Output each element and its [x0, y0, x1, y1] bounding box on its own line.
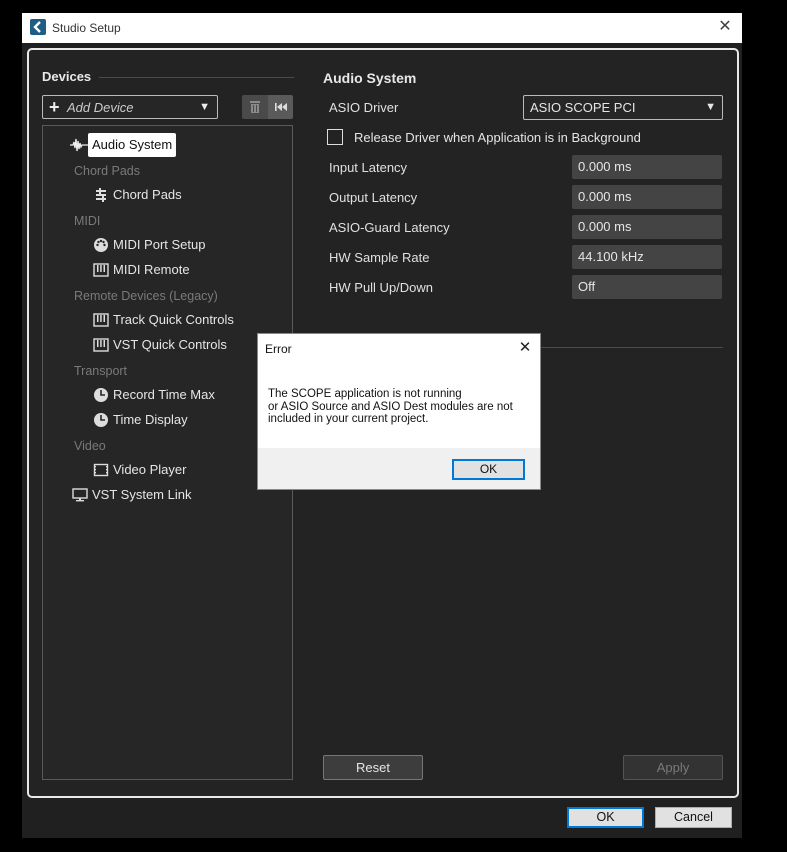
device-tree: Audio System Chord Pads Chord Pads MIDI [42, 125, 293, 780]
sliders-icon [96, 188, 106, 202]
tree-label: VST Quick Controls [113, 337, 227, 352]
tree-label: MIDI Remote [113, 262, 190, 277]
hw-sample-rate-label: HW Sample Rate [329, 250, 430, 265]
dropdown-arrow-icon: ▼ [199, 101, 210, 113]
error-dialog-title: Error [265, 342, 292, 356]
hw-pull-value: Off [572, 275, 722, 299]
clock-icon [94, 413, 108, 427]
tree-label: VST System Link [92, 487, 192, 502]
plus-icon: + [49, 97, 60, 117]
tree-category-chord-pads: Chord Pads [74, 164, 141, 178]
cancel-button[interactable]: Cancel [655, 807, 732, 828]
tree-label: Audio System [88, 133, 177, 157]
cubase-app-icon [30, 19, 46, 35]
apply-button[interactable]: Apply [623, 755, 723, 780]
ok-button[interactable]: OK [567, 807, 644, 828]
reset-device-button[interactable] [268, 95, 293, 119]
tree-category-transport: Transport [74, 364, 128, 378]
film-icon [93, 463, 109, 477]
hw-sample-rate-value: 44.100 kHz [572, 245, 722, 269]
keyboard-icon [93, 338, 109, 352]
trash-icon [250, 101, 260, 113]
tree-label: Time Display [113, 412, 188, 427]
hw-pull-label: HW Pull Up/Down [329, 280, 434, 295]
tree-label: MIDI Port Setup [113, 237, 206, 252]
add-device-dropdown[interactable]: + Add Device ▼ [42, 95, 218, 119]
error-message: The SCOPE application is not running or … [268, 388, 533, 426]
tree-label: Chord Pads [113, 187, 182, 202]
error-message-line: included in your current project. [268, 413, 429, 425]
keyboard-icon [93, 263, 109, 277]
asio-driver-label: ASIO Driver [329, 100, 399, 115]
input-latency-value: 0.000 ms [572, 155, 722, 179]
monitor-icon [72, 488, 88, 502]
window-close-icon[interactable]: ✕ [716, 18, 734, 36]
midi-port-icon [94, 238, 108, 252]
error-dialog: Error ✕ The SCOPE application is not run… [257, 333, 541, 490]
error-message-line: The SCOPE application is not running [268, 388, 462, 400]
error-message-line: or ASIO Source and ASIO Dest modules are… [268, 400, 513, 413]
tree-label: Video Player [113, 462, 187, 477]
tree-label: Record Time Max [113, 387, 215, 402]
remove-device-button[interactable] [242, 95, 268, 119]
audio-system-heading: Audio System [323, 70, 417, 86]
add-device-label: Add Device [67, 100, 134, 115]
reset-button[interactable]: Reset [323, 755, 423, 780]
asio-driver-select[interactable]: ASIO SCOPE PCI ▼ [523, 95, 723, 120]
clock-icon [94, 388, 108, 402]
error-dialog-footer: OK [258, 448, 540, 489]
tree-category-video: Video [74, 439, 106, 453]
keyboard-icon [93, 313, 109, 327]
tree-category-remote-devices: Remote Devices (Legacy) [74, 289, 218, 303]
asio-driver-value: ASIO SCOPE PCI [530, 100, 636, 115]
release-driver-label: Release Driver when Application is in Ba… [354, 130, 641, 145]
output-latency-label: Output Latency [329, 190, 418, 205]
dropdown-arrow-icon: ▼ [705, 101, 716, 113]
output-latency-value: 0.000 ms [572, 185, 722, 209]
devices-heading: Devices [42, 69, 92, 84]
asio-guard-latency-label: ASIO-Guard Latency [329, 220, 450, 235]
window-title: Studio Setup [52, 21, 121, 35]
tree-label: Track Quick Controls [113, 312, 234, 327]
waveform-icon [70, 138, 88, 152]
release-driver-checkbox[interactable] [327, 129, 343, 145]
input-latency-label: Input Latency [329, 160, 408, 175]
error-ok-button[interactable]: OK [452, 459, 525, 480]
close-icon[interactable]: ✕ [517, 339, 533, 357]
tree-category-midi: MIDI [74, 214, 101, 228]
rewind-icon [275, 103, 287, 111]
devices-divider [99, 77, 294, 78]
asio-guard-latency-value: 0.000 ms [572, 215, 722, 239]
window-titlebar: Studio Setup ✕ [22, 13, 742, 43]
